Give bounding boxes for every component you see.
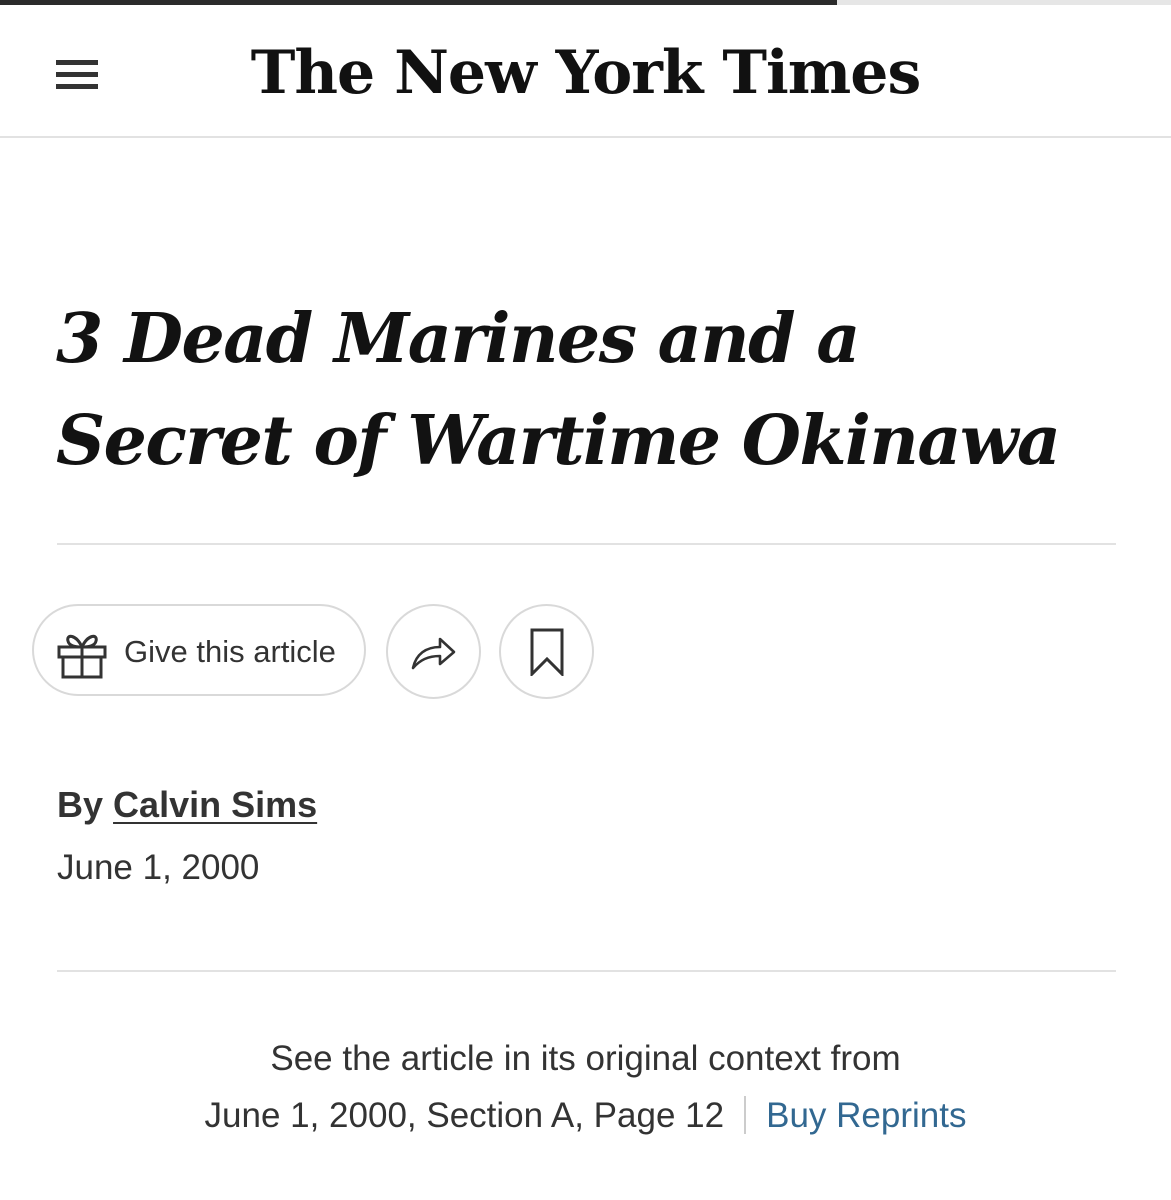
buy-reprints-link[interactable]: Buy Reprints [766,1096,966,1135]
print-edition-info: June 1, 2000, Section A, Page 12 [204,1096,725,1135]
byline: By Calvin Sims [57,782,317,828]
gift-icon [57,634,107,679]
author-link[interactable]: Calvin Sims [113,784,317,825]
byline-prefix: By [57,784,104,825]
bookmark-icon [530,628,564,676]
print-info-line: June 1, 2000, Section A, Page 12 Buy Repr… [0,1093,1171,1140]
article-headline: 3 Dead Marines and a Secret of Wartime O… [56,299,1061,481]
nyt-logo[interactable]: The New York Times [0,35,1171,111]
share-button[interactable] [386,604,481,699]
save-bookmark-button[interactable] [499,604,594,699]
divider [57,543,1116,545]
original-context-text: See the article in its original context … [270,1039,901,1078]
publish-date: June 1, 2000 [57,848,260,887]
divider [57,970,1116,972]
masthead: The New York Times [0,5,1171,138]
give-article-button[interactable]: Give this article [32,604,366,696]
vertical-divider [744,1095,747,1134]
share-arrow-icon [411,637,456,670]
give-article-label: Give this article [124,634,336,669]
